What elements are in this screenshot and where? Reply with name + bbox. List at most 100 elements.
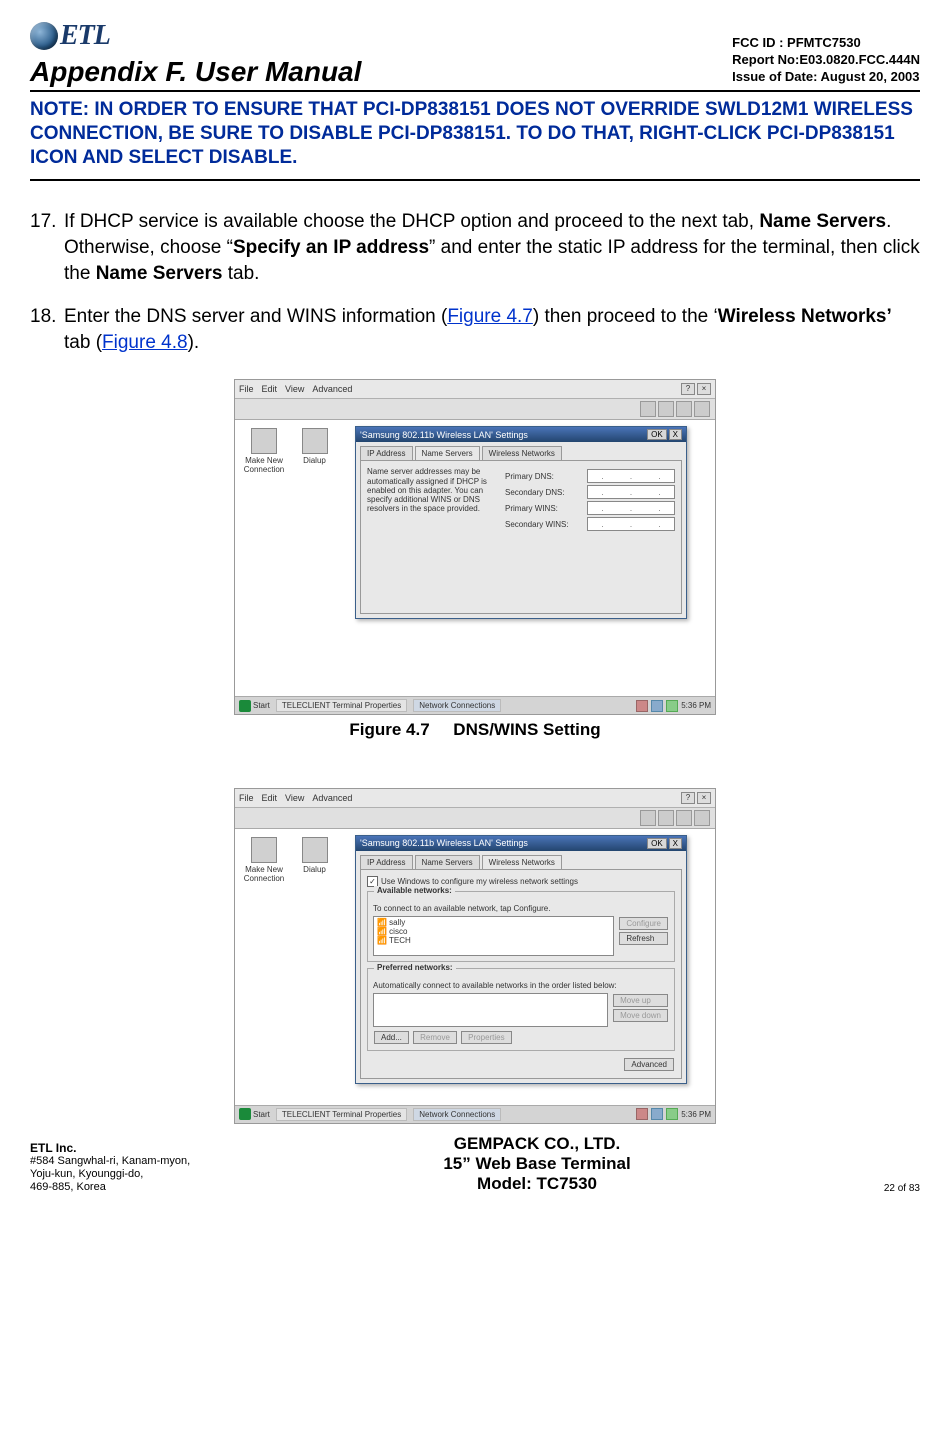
advanced-button[interactable]: Advanced bbox=[624, 1058, 674, 1071]
start-button[interactable]: Start bbox=[239, 1108, 270, 1120]
step-18: Enter the DNS server and WINS informatio… bbox=[30, 304, 920, 355]
screenshot-dns: File Edit View Advanced ? × Make New Con… bbox=[234, 379, 716, 715]
move-down-button[interactable]: Move down bbox=[613, 1009, 668, 1022]
tab-wireless-networks[interactable]: Wireless Networks bbox=[482, 855, 562, 869]
icon-make-new-connection[interactable]: Make New Connection bbox=[243, 837, 285, 883]
tray-icon[interactable] bbox=[636, 1108, 648, 1120]
menu-view[interactable]: View bbox=[285, 793, 304, 803]
menu-view[interactable]: View bbox=[285, 384, 304, 394]
footer-addr1: #584 Sangwhal-ri, Kanam-myon, bbox=[30, 1155, 190, 1168]
toolbar-icon[interactable] bbox=[658, 401, 674, 417]
tray-icon[interactable] bbox=[666, 1108, 678, 1120]
close-icon[interactable]: × bbox=[697, 383, 711, 395]
menu-file[interactable]: File bbox=[239, 384, 254, 394]
list-item[interactable]: 📶 sally bbox=[377, 919, 610, 928]
close-button[interactable]: X bbox=[669, 838, 682, 849]
tab-ip-address[interactable]: IP Address bbox=[360, 446, 413, 460]
toolbar-icon[interactable] bbox=[676, 401, 692, 417]
figure-number: Figure 4.7 bbox=[349, 720, 429, 739]
input-primary-wins[interactable]: ... bbox=[587, 501, 675, 515]
footer-company: ETL Inc. bbox=[30, 1141, 190, 1155]
input-primary-dns[interactable]: ... bbox=[587, 469, 675, 483]
tab-name-servers[interactable]: Name Servers bbox=[415, 855, 480, 869]
toolbar-icon[interactable] bbox=[640, 401, 656, 417]
tab-wireless-networks[interactable]: Wireless Networks bbox=[482, 446, 562, 460]
dialog-titlebar: 'Samsung 802.11b Wireless LAN' Settings … bbox=[356, 836, 686, 851]
figure-4-7: File Edit View Advanced ? × Make New Con… bbox=[30, 379, 920, 740]
globe-icon bbox=[30, 22, 58, 50]
icon-dialup[interactable]: Dialup bbox=[294, 837, 336, 874]
toolbar-icon[interactable] bbox=[640, 810, 656, 826]
footer-gempack: GEMPACK CO., LTD. bbox=[443, 1134, 630, 1154]
system-tray: 5:36 PM bbox=[636, 700, 711, 712]
figure-4-8: File Edit View Advanced ? × Make New Con… bbox=[30, 788, 920, 1125]
close-icon[interactable]: × bbox=[697, 792, 711, 804]
list-item[interactable]: 📶 cisco bbox=[377, 928, 610, 937]
dialup-icon bbox=[302, 428, 328, 454]
window-menubar: File Edit View Advanced ? × bbox=[235, 380, 715, 399]
list-item[interactable]: 📶 TECH bbox=[377, 937, 610, 946]
window-menubar: File Edit View Advanced ? × bbox=[235, 789, 715, 808]
label-secondary-wins: Secondary WINS: bbox=[505, 520, 583, 529]
tab-ip-address[interactable]: IP Address bbox=[360, 855, 413, 869]
move-up-button[interactable]: Move up bbox=[613, 994, 668, 1007]
link-figure-4-7[interactable]: Figure 4.7 bbox=[447, 306, 533, 327]
window-controls: ? × bbox=[681, 792, 711, 804]
input-secondary-wins[interactable]: ... bbox=[587, 517, 675, 531]
help-icon[interactable]: ? bbox=[681, 792, 695, 804]
menu-advanced[interactable]: Advanced bbox=[312, 793, 352, 803]
toolbar-icon[interactable] bbox=[658, 810, 674, 826]
window-controls: ? × bbox=[681, 383, 711, 395]
ok-button[interactable]: OK bbox=[647, 838, 667, 849]
properties-button[interactable]: Properties bbox=[461, 1031, 511, 1044]
listbox-preferred[interactable] bbox=[373, 993, 608, 1027]
tray-icon[interactable] bbox=[651, 1108, 663, 1120]
menu-edit[interactable]: Edit bbox=[262, 384, 278, 394]
header-right: FCC ID : PFMTC7530 Report No:E03.0820.FC… bbox=[732, 35, 920, 88]
bold: Name Servers bbox=[759, 211, 886, 232]
close-button[interactable]: X bbox=[669, 429, 682, 440]
taskbar-item-2[interactable]: Network Connections bbox=[413, 1108, 501, 1121]
bold: Name Servers bbox=[96, 263, 223, 284]
tab-strip: IP Address Name Servers Wireless Network… bbox=[356, 851, 686, 869]
footer-page: 22 of 83 bbox=[884, 1183, 920, 1194]
address-toolbar bbox=[235, 399, 715, 420]
configure-button[interactable]: Configure bbox=[619, 917, 668, 930]
tray-icon[interactable] bbox=[636, 700, 648, 712]
group-title: Available networks: bbox=[374, 886, 455, 895]
note-text: NOTE: IN ORDER TO ENSURE THAT PCI-DP8381… bbox=[30, 98, 920, 169]
address-toolbar bbox=[235, 808, 715, 829]
toolbar-icon[interactable] bbox=[694, 401, 710, 417]
icon-dialup[interactable]: Dialup bbox=[294, 428, 336, 465]
add-button[interactable]: Add... bbox=[374, 1031, 409, 1044]
toolbar-icon[interactable] bbox=[676, 810, 692, 826]
taskbar-item-1[interactable]: TELECLIENT Terminal Properties bbox=[276, 699, 407, 712]
footer-model: Model: TC7530 bbox=[443, 1174, 630, 1194]
remove-button[interactable]: Remove bbox=[413, 1031, 457, 1044]
page-header: ETL Appendix F. User Manual FCC ID : PFM… bbox=[30, 20, 920, 92]
tray-icon[interactable] bbox=[651, 700, 663, 712]
menu-edit[interactable]: Edit bbox=[262, 793, 278, 803]
menu-advanced[interactable]: Advanced bbox=[312, 384, 352, 394]
help-icon[interactable]: ? bbox=[681, 383, 695, 395]
footer-left: ETL Inc. #584 Sangwhal-ri, Kanam-myon, Y… bbox=[30, 1141, 190, 1195]
input-secondary-dns[interactable]: ... bbox=[587, 485, 675, 499]
tab-name-servers[interactable]: Name Servers bbox=[415, 446, 480, 460]
refresh-button[interactable]: Refresh bbox=[619, 932, 668, 945]
bold: Wireless Networks’ bbox=[718, 306, 892, 327]
icon-make-new-connection[interactable]: Make New Connection bbox=[243, 428, 285, 474]
link-figure-4-8[interactable]: Figure 4.8 bbox=[102, 332, 188, 353]
tray-icon[interactable] bbox=[666, 700, 678, 712]
menu-file[interactable]: File bbox=[239, 793, 254, 803]
tab-content-wireless: ✓ Use Windows to configure my wireless n… bbox=[360, 869, 682, 1079]
taskbar: Start TELECLIENT Terminal Properties Net… bbox=[235, 1105, 715, 1123]
toolbar-icon[interactable] bbox=[694, 810, 710, 826]
taskbar-item-2[interactable]: Network Connections bbox=[413, 699, 501, 712]
settings-dialog: 'Samsung 802.11b Wireless LAN' Settings … bbox=[355, 426, 687, 619]
dns-description: Name server addresses may be automatical… bbox=[367, 467, 495, 533]
system-tray: 5:36 PM bbox=[636, 1108, 711, 1120]
listbox-available[interactable]: 📶 sally 📶 cisco 📶 TECH bbox=[373, 916, 614, 956]
ok-button[interactable]: OK bbox=[647, 429, 667, 440]
taskbar-item-1[interactable]: TELECLIENT Terminal Properties bbox=[276, 1108, 407, 1121]
start-button[interactable]: Start bbox=[239, 700, 270, 712]
